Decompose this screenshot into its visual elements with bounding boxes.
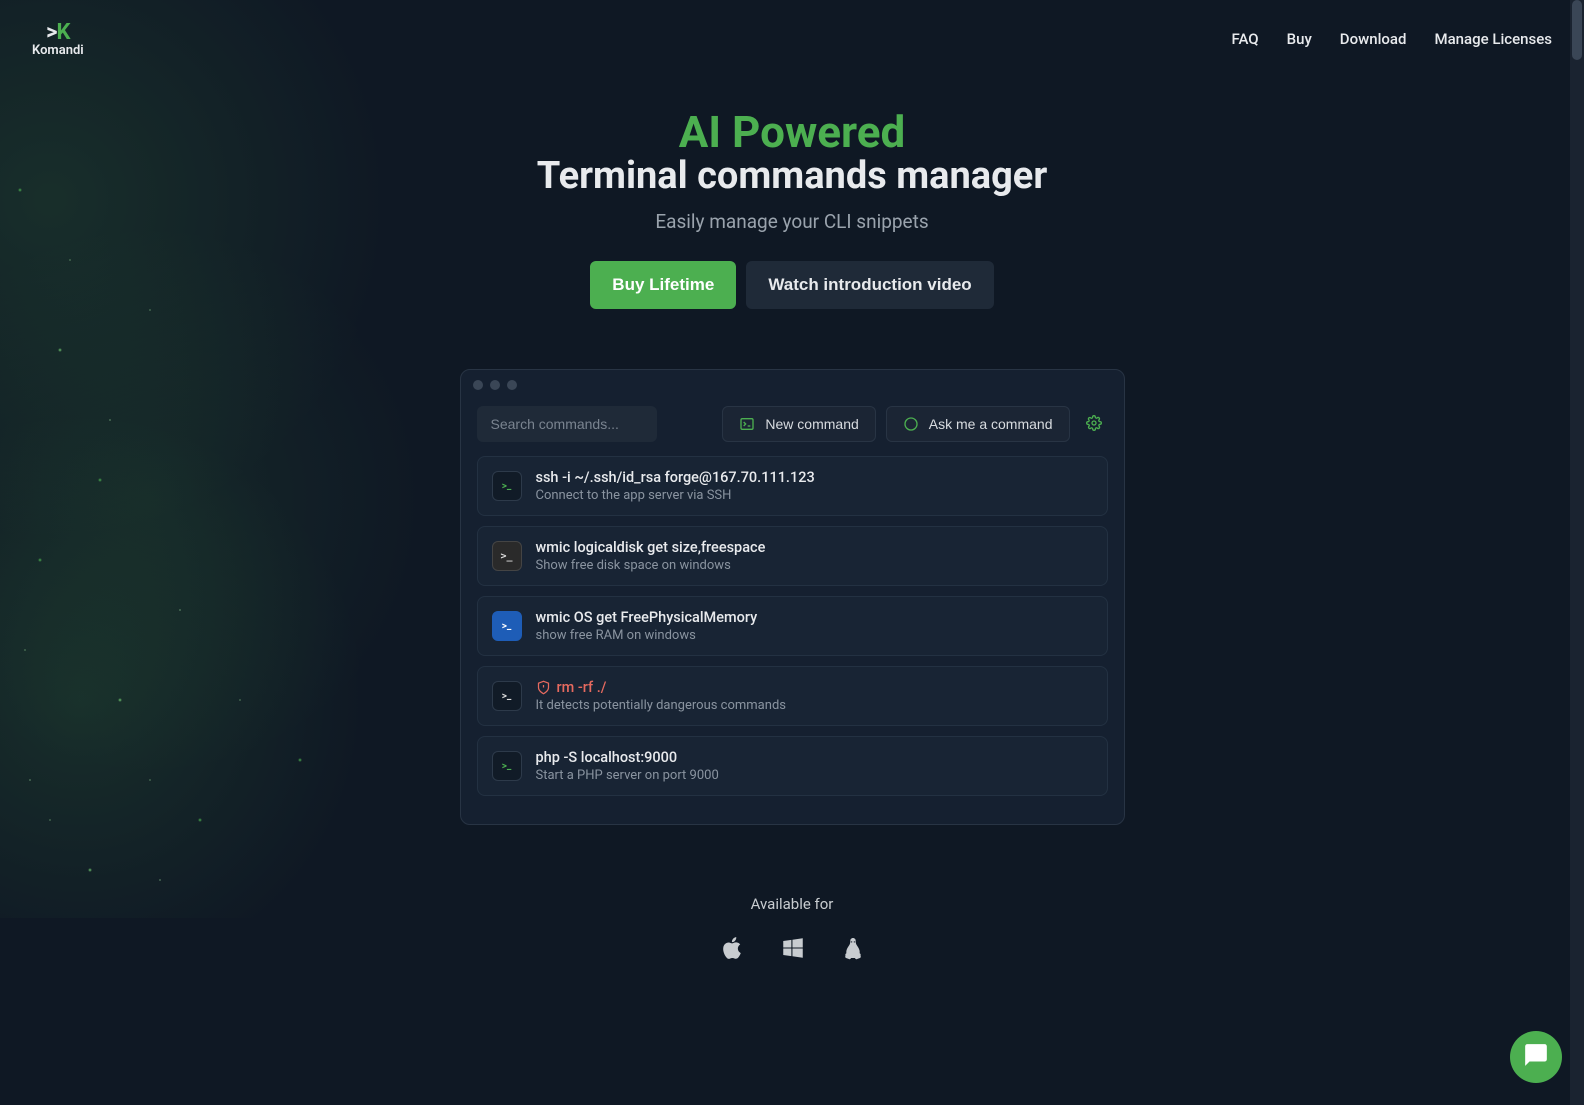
- window-traffic-lights: [461, 370, 1124, 400]
- command-item[interactable]: ssh -i ~/.ssh/id_rsa forge@167.70.111.12…: [477, 456, 1108, 516]
- terminal-icon: [739, 416, 755, 432]
- command-type-icon: [492, 681, 522, 711]
- logo-mark: >K: [46, 20, 69, 45]
- command-title-text: wmic OS get FreePhysicalMemory: [536, 609, 758, 626]
- watch-video-button[interactable]: Watch introduction video: [746, 261, 993, 309]
- chat-icon: [903, 416, 919, 432]
- logo[interactable]: >K Komandi: [32, 20, 84, 58]
- available-section: Available for: [0, 895, 1584, 967]
- app-window: New command Ask me a command ssh -i: [460, 369, 1125, 825]
- command-text: wmic logicaldisk get size,freespace Show …: [536, 539, 1093, 573]
- command-title: rm -rf ./: [536, 679, 1093, 696]
- command-text: rm -rf ./ It detects potentially dangerou…: [536, 679, 1093, 713]
- command-type-icon: [492, 611, 522, 641]
- command-title-text: rm -rf ./: [557, 679, 607, 696]
- command-item[interactable]: wmic OS get FreePhysicalMemory show free …: [477, 596, 1108, 656]
- hero-title-highlight: AI Powered: [20, 108, 1564, 156]
- windows-icon: [780, 935, 806, 965]
- command-title: ssh -i ~/.ssh/id_rsa forge@167.70.111.12…: [536, 469, 1093, 486]
- command-title: wmic logicaldisk get size,freespace: [536, 539, 1093, 556]
- hero-buttons: Buy Lifetime Watch introduction video: [20, 261, 1564, 309]
- nav-faq[interactable]: FAQ: [1231, 30, 1258, 48]
- command-description: show free RAM on windows: [536, 628, 1093, 643]
- window-dot-icon: [507, 380, 517, 390]
- settings-button[interactable]: [1080, 409, 1108, 440]
- command-title-text: wmic logicaldisk get size,freespace: [536, 539, 766, 556]
- window-dot-icon: [473, 380, 483, 390]
- main-nav: FAQ Buy Download Manage Licenses: [1231, 30, 1552, 48]
- chat-widget-button[interactable]: [1510, 1031, 1562, 1083]
- ask-command-label: Ask me a command: [929, 416, 1053, 432]
- logo-text: Komandi: [32, 43, 84, 58]
- command-title-text: php -S localhost:9000: [536, 749, 678, 766]
- command-text: ssh -i ~/.ssh/id_rsa forge@167.70.111.12…: [536, 469, 1093, 503]
- platforms-row: [0, 933, 1584, 967]
- nav-download[interactable]: Download: [1340, 30, 1407, 48]
- available-label: Available for: [0, 895, 1584, 913]
- command-item[interactable]: rm -rf ./ It detects potentially dangerou…: [477, 666, 1108, 726]
- command-description: Show free disk space on windows: [536, 558, 1093, 573]
- search-input[interactable]: [477, 406, 657, 442]
- command-title: php -S localhost:9000: [536, 749, 1093, 766]
- command-text: wmic OS get FreePhysicalMemory show free …: [536, 609, 1093, 643]
- nav-manage-licenses[interactable]: Manage Licenses: [1434, 30, 1552, 48]
- chat-bubble-icon: [1523, 1042, 1549, 1072]
- command-title: wmic OS get FreePhysicalMemory: [536, 609, 1093, 626]
- new-command-label: New command: [765, 416, 858, 432]
- command-item[interactable]: wmic logicaldisk get size,freespace Show …: [477, 526, 1108, 586]
- hero-section: AI Powered Terminal commands manager Eas…: [0, 78, 1584, 339]
- hero-tagline: Easily manage your CLI snippets: [20, 210, 1564, 233]
- command-description: It detects potentially dangerous command…: [536, 698, 1093, 713]
- buy-lifetime-button[interactable]: Buy Lifetime: [590, 261, 736, 309]
- new-command-button[interactable]: New command: [722, 406, 875, 442]
- command-type-icon: [492, 751, 522, 781]
- nav-buy[interactable]: Buy: [1287, 30, 1312, 48]
- ask-command-button[interactable]: Ask me a command: [886, 406, 1070, 442]
- window-dot-icon: [490, 380, 500, 390]
- hero-title-rest: Terminal commands manager: [20, 156, 1564, 198]
- app-toolbar: New command Ask me a command: [461, 400, 1124, 456]
- danger-shield-icon: [536, 680, 551, 695]
- command-text: php -S localhost:9000 Start a PHP server …: [536, 749, 1093, 783]
- hero-title: AI Powered Terminal commands manager: [20, 108, 1564, 198]
- command-type-icon: [492, 471, 522, 501]
- command-item[interactable]: php -S localhost:9000 Start a PHP server …: [477, 736, 1108, 796]
- gear-icon: [1086, 415, 1102, 434]
- apple-icon: [719, 933, 745, 967]
- page-scrollbar[interactable]: [1570, 0, 1584, 1105]
- command-type-icon: [492, 541, 522, 571]
- commands-list: ssh -i ~/.ssh/id_rsa forge@167.70.111.12…: [461, 456, 1124, 824]
- linux-icon: [841, 934, 865, 966]
- command-title-text: ssh -i ~/.ssh/id_rsa forge@167.70.111.12…: [536, 469, 815, 486]
- command-description: Start a PHP server on port 9000: [536, 768, 1093, 783]
- site-header: >K Komandi FAQ Buy Download Manage Licen…: [0, 0, 1584, 78]
- command-description: Connect to the app server via SSH: [536, 488, 1093, 503]
